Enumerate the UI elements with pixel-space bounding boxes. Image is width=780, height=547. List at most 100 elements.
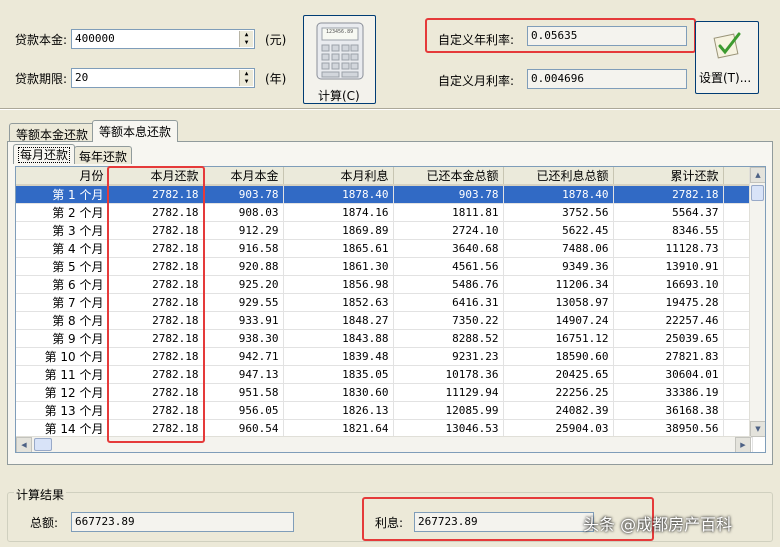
table-row[interactable]: 第 14 个月 2782.18 960.54 1821.64 13046.53 25904… xyxy=(16,419,753,438)
table-row[interactable]: 第 4 个月 2782.18 916.58 1865.61 3640.68 7488.06… xyxy=(16,239,753,258)
table-cell: 20425.65 xyxy=(503,365,614,384)
top-separator xyxy=(0,108,780,110)
table-cell: 第 4 个月 xyxy=(16,239,109,258)
table-cell: 951.58 xyxy=(203,383,284,402)
spin-down-icon[interactable]: ▼ xyxy=(240,39,253,47)
table-cell: 11128.73 xyxy=(613,239,724,258)
column-header[interactable]: 本月本金 xyxy=(203,167,284,186)
table-cell: 9231.23 xyxy=(393,347,504,366)
table-cell: 2782.18 xyxy=(108,401,204,420)
principal-label: 贷款本金: xyxy=(15,33,68,47)
term-value: 20 xyxy=(75,71,89,84)
term-input[interactable]: 20 ▲ ▼ xyxy=(71,68,255,88)
scroll-up-icon[interactable]: ▲ xyxy=(750,167,765,183)
subtab-monthly-label: 每月还款 xyxy=(18,147,71,163)
table-cell: 第 11 个月 xyxy=(16,365,109,384)
table-cell: 903.78 xyxy=(393,185,504,204)
table-cell: 1852.63 xyxy=(283,293,394,312)
column-header[interactable]: 已还本金总额 xyxy=(393,167,504,186)
table-cell-filler xyxy=(723,203,753,222)
table-row[interactable]: 第 5 个月 2782.18 920.88 1861.30 4561.56 9349.36… xyxy=(16,257,753,276)
table-cell: 8346.55 xyxy=(613,221,724,240)
scroll-down-icon[interactable]: ▼ xyxy=(750,421,765,437)
column-header[interactable]: 累计还款 xyxy=(613,167,724,186)
table-row[interactable]: 第 2 个月 2782.18 908.03 1874.16 1811.81 3752.56… xyxy=(16,203,753,222)
table-cell: 2782.18 xyxy=(108,419,204,438)
table-cell: 933.91 xyxy=(203,311,284,330)
tab-equal-installment[interactable]: 等额本息还款 xyxy=(92,120,179,142)
interest-field[interactable]: 267723.89 xyxy=(414,512,594,532)
table-cell: 916.58 xyxy=(203,239,284,258)
table-row[interactable]: 第 3 个月 2782.18 912.29 1869.89 2724.10 5622.45… xyxy=(16,221,753,240)
annual-rate-field[interactable]: 0.05635 xyxy=(527,26,687,46)
table-cell: 1843.88 xyxy=(283,329,394,348)
total-field[interactable]: 667723.89 xyxy=(71,512,294,532)
table-cell: 1830.60 xyxy=(283,383,394,402)
table-cell: 第 13 个月 xyxy=(16,401,109,420)
table-row[interactable]: 第 7 个月 2782.18 929.55 1852.63 6416.31 13058.9… xyxy=(16,293,753,312)
table-row[interactable]: 第 12 个月 2782.18 951.58 1830.60 11129.94 22256… xyxy=(16,383,753,402)
table-cell: 1874.16 xyxy=(283,203,394,222)
vertical-scroll-thumb[interactable] xyxy=(751,185,764,201)
calculate-button[interactable]: 123456.89 计算(C) xyxy=(303,15,376,104)
payment-table[interactable]: 月份 本月还款 本月本金 本月利息 已还本金总额 已还利息总额 累计还款 第 1 个月 278… xyxy=(15,166,766,453)
table-cell: 38950.56 xyxy=(613,419,724,438)
subtab-monthly[interactable]: 每月还款 xyxy=(13,144,76,164)
spin-up-icon[interactable]: ▲ xyxy=(240,70,253,78)
table-row[interactable]: 第 9 个月 2782.18 938.30 1843.88 8288.52 16751.1… xyxy=(16,329,753,348)
monthly-rate-field[interactable]: 0.004696 xyxy=(527,69,687,89)
horizontal-scroll-thumb[interactable] xyxy=(34,438,52,451)
table-cell: 第 2 个月 xyxy=(16,203,109,222)
vertical-scrollbar[interactable]: ▲ ▼ xyxy=(749,167,765,437)
scroll-right-icon[interactable]: ▶ xyxy=(735,437,751,452)
table-cell: 5622.45 xyxy=(503,221,614,240)
table-row[interactable]: 第 8 个月 2782.18 933.91 1848.27 7350.22 14907.2… xyxy=(16,311,753,330)
calculate-label: 计算(C) xyxy=(318,89,360,103)
table-cell: 第 9 个月 xyxy=(16,329,109,348)
table-cell: 960.54 xyxy=(203,419,284,438)
column-header[interactable]: 本月还款 xyxy=(108,167,204,186)
table-cell-filler xyxy=(723,383,753,402)
settings-button[interactable]: 设置(T)... xyxy=(695,21,759,94)
principal-spinner[interactable]: ▲ ▼ xyxy=(239,31,253,47)
table-cell: 16693.10 xyxy=(613,275,724,294)
table-cell: 33386.19 xyxy=(613,383,724,402)
column-header[interactable]: 本月利息 xyxy=(283,167,394,186)
table-row[interactable]: 第 13 个月 2782.18 956.05 1826.13 12085.99 24082… xyxy=(16,401,753,420)
table-cell-filler xyxy=(723,293,753,312)
subtab-yearly[interactable]: 每年还款 xyxy=(74,146,133,164)
table-cell: 第 5 个月 xyxy=(16,257,109,276)
table-cell: 929.55 xyxy=(203,293,284,312)
table-cell: 1878.40 xyxy=(503,185,614,204)
column-header[interactable]: 月份 xyxy=(16,167,109,186)
term-spinner[interactable]: ▲ ▼ xyxy=(239,70,253,86)
tab-equal-principal[interactable]: 等额本金还款 xyxy=(9,123,96,143)
table-row[interactable]: 第 1 个月 2782.18 903.78 1878.40 903.78 1878.40 2… xyxy=(16,185,753,204)
table-cell: 2782.18 xyxy=(108,383,204,402)
total-value: 667723.89 xyxy=(75,515,135,528)
column-header[interactable]: 已还利息总额 xyxy=(503,167,614,186)
table-cell: 22257.46 xyxy=(613,311,724,330)
table-cell-filler xyxy=(723,329,753,348)
table-cell-filler xyxy=(723,419,753,438)
table-cell: 13046.53 xyxy=(393,419,504,438)
table-row[interactable]: 第 10 个月 2782.18 942.71 1839.48 9231.23 18590.… xyxy=(16,347,753,366)
spin-down-icon[interactable]: ▼ xyxy=(240,78,253,86)
table-row[interactable]: 第 11 个月 2782.18 947.13 1835.05 10178.36 20425… xyxy=(16,365,753,384)
table-cell: 7488.06 xyxy=(503,239,614,258)
table-cell: 1865.61 xyxy=(283,239,394,258)
principal-unit: (元) xyxy=(265,33,287,47)
table-cell: 4561.56 xyxy=(393,257,504,276)
table-cell: 920.88 xyxy=(203,257,284,276)
table-cell: 第 8 个月 xyxy=(16,311,109,330)
table-cell: 903.78 xyxy=(203,185,284,204)
principal-input[interactable]: 400000 ▲ ▼ xyxy=(71,29,255,49)
table-cell: 11129.94 xyxy=(393,383,504,402)
table-cell: 16751.12 xyxy=(503,329,614,348)
calculator-display: 123456.89 xyxy=(326,29,354,35)
table-row[interactable]: 第 6 个月 2782.18 925.20 1856.98 5486.76 11206.3… xyxy=(16,275,753,294)
spin-up-icon[interactable]: ▲ xyxy=(240,31,253,39)
scroll-left-icon[interactable]: ◀ xyxy=(16,437,32,452)
horizontal-scrollbar[interactable]: ◀ ▶ xyxy=(16,436,751,452)
table-cell: 925.20 xyxy=(203,275,284,294)
